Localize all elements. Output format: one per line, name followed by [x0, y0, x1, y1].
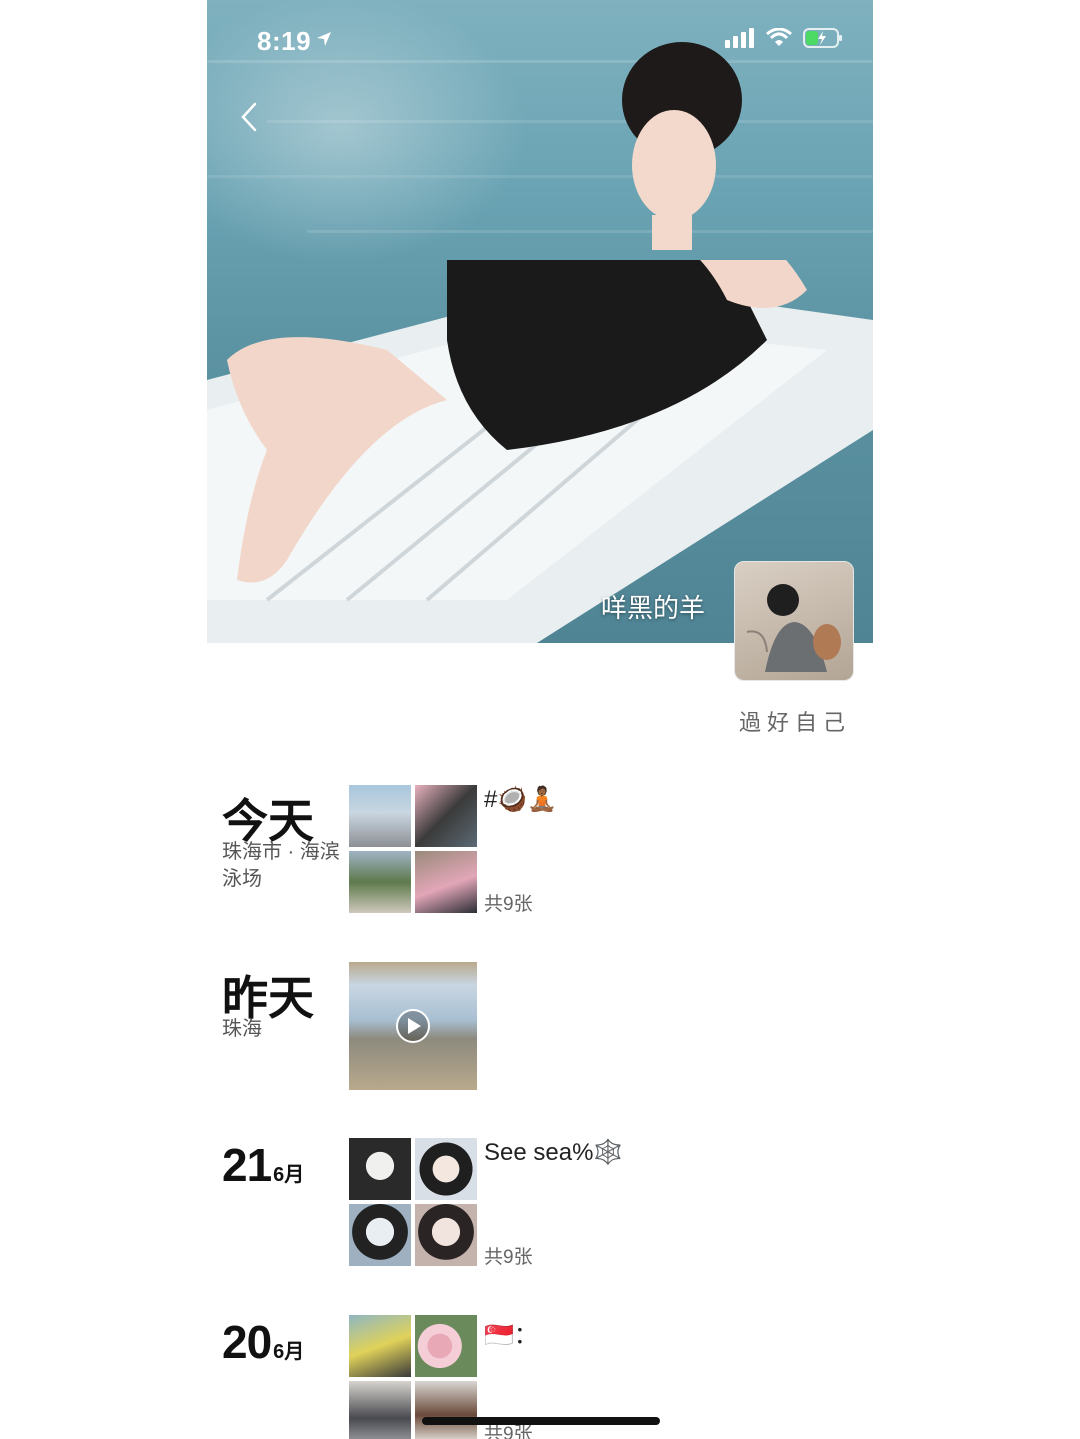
feed-entry-yesterday[interactable]: 昨天 珠海: [222, 962, 862, 1090]
battery-charging-icon: [803, 28, 842, 48]
play-icon[interactable]: [349, 962, 477, 1090]
status-time: 8:19: [257, 26, 312, 56]
avatar[interactable]: [734, 561, 854, 681]
photo-thumb[interactable]: [415, 1315, 477, 1377]
moments-page: 8:19 咩黑的羊 過好自己 今天 珠海市 · 海滨泳场 #🥥🧘🏾 共9张 昨天…: [207, 0, 873, 1439]
entry-location: 珠海市 · 海滨泳场: [222, 841, 340, 890]
photo-thumb[interactable]: [415, 851, 477, 913]
signal-icon: [725, 28, 754, 48]
photo-thumb[interactable]: [349, 851, 411, 913]
entry-day-number: 20: [222, 1316, 272, 1368]
entry-day-number: 21: [222, 1139, 272, 1191]
feed-entry-jun-21[interactable]: 21 6月 See sea%🕸️ 共9张: [222, 1138, 862, 1268]
photo-thumb[interactable]: [415, 1204, 477, 1266]
profile-signature: 過好自己: [738, 710, 851, 735]
entry-month: 6月: [273, 1164, 305, 1186]
entry-date: 20 6月: [222, 1315, 304, 1369]
status-bar: 8:19: [207, 0, 873, 84]
home-indicator[interactable]: [422, 1417, 660, 1425]
cover-photo[interactable]: 8:19 咩黑的羊: [207, 0, 873, 643]
entry-date: 21 6月: [222, 1138, 304, 1192]
photo-thumb[interactable]: [349, 1138, 411, 1200]
entry-photo-grid[interactable]: [349, 1138, 477, 1266]
photo-thumb[interactable]: [415, 785, 477, 847]
entry-video-thumb[interactable]: [349, 962, 477, 1090]
feed-entry-today[interactable]: 今天 珠海市 · 海滨泳场 #🥥🧘🏾 共9张: [222, 785, 862, 915]
photo-thumb[interactable]: [415, 1381, 477, 1439]
entry-photo-grid[interactable]: [349, 785, 477, 913]
entry-month: 6月: [273, 1341, 305, 1363]
entry-photo-count: 共9张: [484, 894, 533, 915]
photo-thumb[interactable]: [349, 1381, 411, 1439]
location-arrow-icon: [317, 32, 331, 46]
entry-photo-count: 共9张: [484, 1247, 533, 1268]
profile-name[interactable]: 咩黑的羊: [601, 588, 705, 625]
avatar-illustration: [746, 584, 841, 672]
entry-caption: 🇸🇬：: [484, 1322, 538, 1349]
photo-thumb[interactable]: [349, 1204, 411, 1266]
photo-thumb[interactable]: [415, 1138, 477, 1200]
photo-thumb[interactable]: [349, 785, 411, 847]
photo-thumb[interactable]: [349, 1315, 411, 1377]
back-chevron-icon[interactable]: [233, 100, 267, 134]
entry-caption: #🥥🧘🏾: [484, 786, 558, 813]
entry-caption: See sea%🕸️: [484, 1139, 624, 1166]
wifi-icon: [766, 28, 792, 46]
entry-location: 珠海: [222, 1018, 262, 1040]
